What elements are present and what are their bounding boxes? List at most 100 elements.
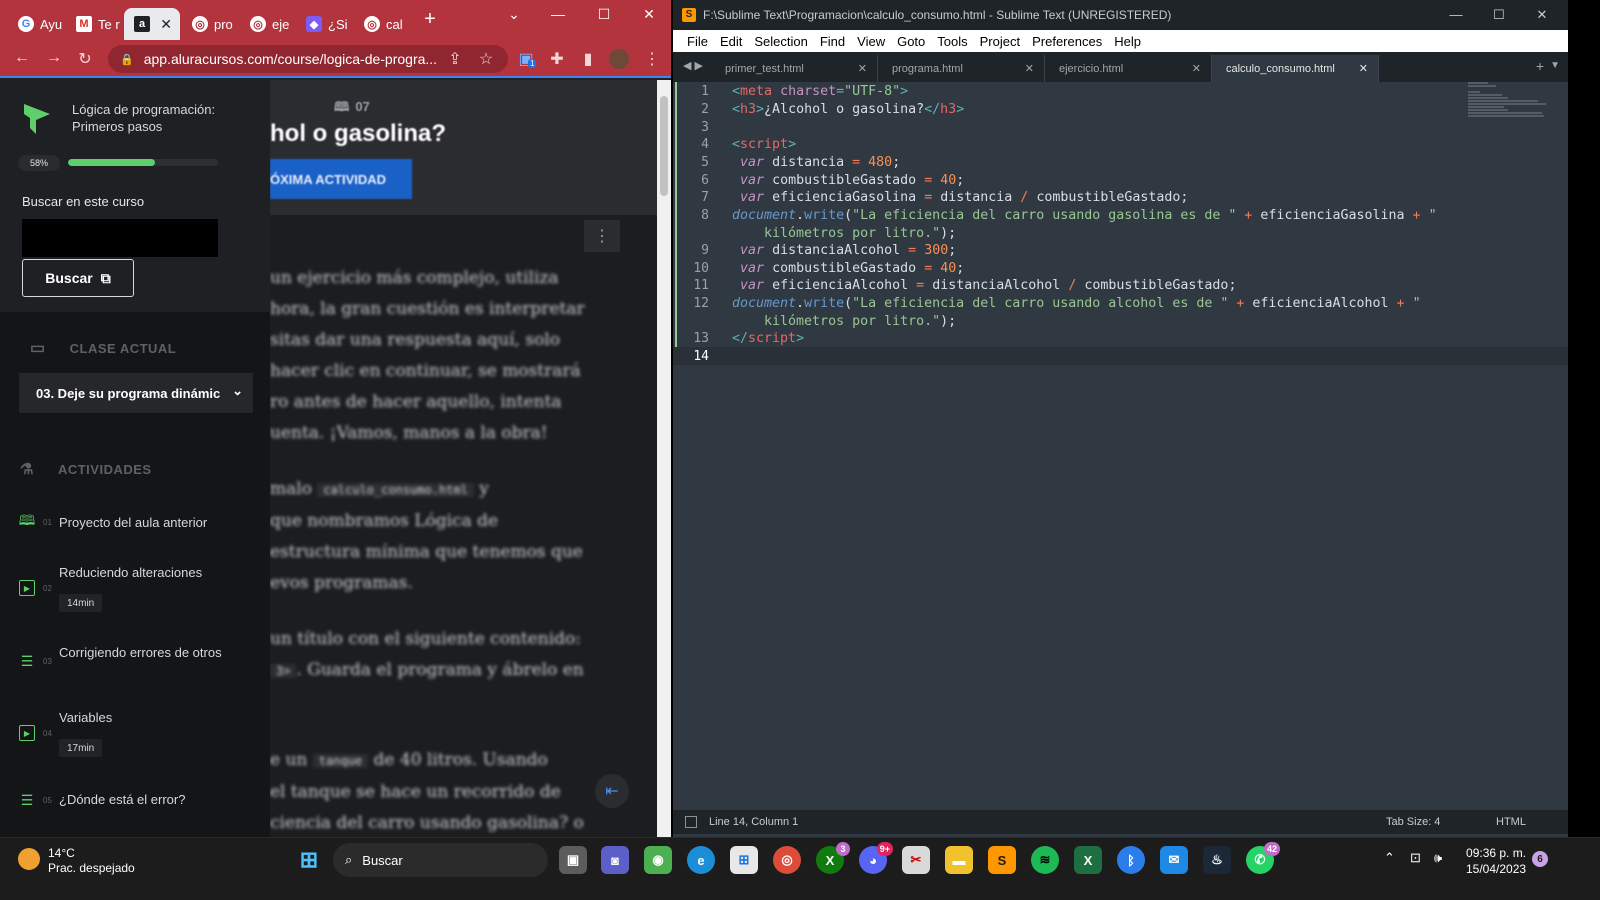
side-panel-icon[interactable]: ▮ [578, 49, 598, 69]
sublime-text-icon[interactable]: S [988, 846, 1016, 874]
more-options-icon[interactable]: ⋮ [584, 220, 620, 252]
menu-help[interactable]: Help [1108, 34, 1147, 49]
chrome-icon[interactable]: ◎ [773, 846, 801, 874]
current-class-select[interactable]: 03. Deje su programa dinámic ⌄ [19, 373, 253, 413]
browser-tab[interactable]: ◎ pro [182, 8, 238, 40]
browser-tab[interactable]: ◎ cal [354, 8, 410, 40]
browser-tab[interactable]: G Ayu [8, 8, 64, 40]
tab-programa[interactable]: programa.html ✕ [878, 55, 1045, 82]
panel-toggle-icon[interactable] [685, 816, 697, 828]
collapse-sidebar-icon[interactable]: ⇤ [595, 774, 629, 808]
volume-icon[interactable]: 🕪 [1434, 850, 1442, 866]
close-window-button[interactable]: ✕ [638, 6, 660, 23]
maximize-button[interactable]: ☐ [593, 6, 615, 23]
share-icon[interactable]: ⇪ [445, 49, 465, 69]
course-search-input[interactable] [22, 219, 218, 257]
windows-start-icon[interactable]: ⊞ [295, 846, 323, 874]
steam-icon[interactable]: ♨ [1203, 846, 1231, 874]
tab-calculo-consumo[interactable]: calculo_consumo.html ✕ [1212, 55, 1379, 82]
mail-icon[interactable]: ✉ [1160, 846, 1188, 874]
close-tab-icon[interactable]: ✕ [1025, 62, 1034, 75]
taskbar-search[interactable]: ⌕ Buscar [333, 843, 548, 877]
chrome-tab-strip: G Ayu M Te r a ✕ ◎ pro ◎ eje ◆ ¿Si ◎ cal… [0, 0, 671, 40]
close-tab-icon[interactable]: ✕ [1359, 62, 1368, 75]
menu-view[interactable]: View [851, 34, 891, 49]
close-tab-icon[interactable]: ✕ [858, 62, 867, 75]
forward-icon[interactable]: → [44, 49, 64, 67]
browser-tab-active[interactable]: a ✕ [124, 8, 180, 40]
xbox-icon[interactable]: X3 [816, 842, 850, 874]
back-icon[interactable]: ← [12, 49, 32, 67]
tray-overflow-icon[interactable]: ⌃ [1384, 850, 1395, 866]
notification-badge[interactable]: 6 [1532, 851, 1548, 867]
weather-temperature[interactable]: 14°C [48, 846, 75, 860]
close-tab-icon[interactable]: ✕ [160, 16, 172, 33]
extension-icon[interactable]: ▣ 1 [516, 49, 537, 69]
minimize-button[interactable]: — [1445, 7, 1467, 22]
whatsapp-icon[interactable]: ✆ 42 [1246, 842, 1280, 874]
book-icon: 🕮 [18, 512, 36, 528]
browser-tab[interactable]: M Te r [66, 8, 122, 40]
network-icon[interactable]: ⊡ [1410, 850, 1421, 866]
minimize-button[interactable]: — [547, 6, 569, 22]
syntax-mode[interactable]: HTML [1496, 816, 1526, 828]
scrollbar-thumb[interactable] [660, 96, 668, 196]
book-outline-icon: ▭ [30, 340, 46, 357]
code-line: var distancia = 480; [740, 155, 901, 170]
snipping-tool-icon[interactable]: ✂ [902, 846, 930, 874]
code-line: document.write("La eficiencia del carro … [732, 296, 1421, 311]
puzzle-icon[interactable]: ✚ [547, 49, 567, 69]
close-window-button[interactable]: ✕ [1531, 7, 1553, 23]
profile-avatar[interactable] [609, 49, 629, 69]
reload-icon[interactable]: ↻ [75, 49, 95, 69]
menu-find[interactable]: Find [814, 34, 851, 49]
weather-moon-icon[interactable] [18, 848, 40, 870]
more-menu-icon[interactable]: ⋮ [642, 49, 662, 69]
bookmark-star-icon[interactable]: ☆ [476, 49, 496, 69]
current-class-section: ▭ CLASE ACTUAL [30, 340, 177, 357]
close-tab-icon[interactable]: ✕ [1192, 62, 1201, 75]
system-clock[interactable]: 09:36 p. m. 15/04/2023 [1466, 845, 1526, 877]
task-view-icon[interactable]: ▣ [559, 846, 587, 874]
page-scrollbar[interactable] [657, 80, 671, 853]
code-editor[interactable]: 1 2 3 4 5 6 7 8 9 10 11 12 13 14 <meta c… [673, 82, 1568, 810]
menu-file[interactable]: File [681, 34, 714, 49]
menu-edit[interactable]: Edit [714, 34, 748, 49]
android-app-icon[interactable]: ◉ [644, 846, 672, 874]
minimap[interactable] [1468, 82, 1548, 117]
menu-selection[interactable]: Selection [748, 34, 813, 49]
excel-icon[interactable]: X [1074, 846, 1102, 874]
tab-size[interactable]: Tab Size: 4 [1386, 816, 1440, 828]
tab-ejercicio[interactable]: ejercicio.html ✕ [1045, 55, 1212, 82]
app-icon: ◆ [306, 16, 322, 32]
menu-goto[interactable]: Goto [891, 34, 931, 49]
tab-menu-icon[interactable]: ▼ [1550, 60, 1560, 71]
menu-project[interactable]: Project [974, 34, 1026, 49]
weather-condition[interactable]: Prac. despejado [48, 861, 135, 875]
code-text[interactable]: <meta charset="UTF-8"> <h3>¿Alcohol o ga… [732, 82, 1512, 364]
maximize-button[interactable]: ☐ [1488, 7, 1510, 23]
browser-tab[interactable]: ◎ eje [240, 8, 296, 40]
next-activity-button[interactable]: ÓXIMA ACTIVIDAD [270, 159, 412, 199]
flask-icon: ⚗ [20, 461, 34, 478]
spotify-icon[interactable]: ≋ [1031, 846, 1059, 874]
microsoft-store-icon[interactable]: ⊞ [730, 846, 758, 874]
new-tab-icon[interactable]: + [1536, 58, 1544, 74]
browser-tab[interactable]: ◆ ¿Si [296, 8, 352, 40]
tab-primer-test[interactable]: primer_test.html ✕ [711, 55, 878, 82]
discord-icon[interactable]: ◕ 9+ [859, 842, 893, 874]
teams-chat-icon[interactable]: ◙ [601, 846, 629, 874]
search-button[interactable]: Buscar ⧉ [22, 259, 134, 297]
tab-search-icon[interactable]: ⌄ [503, 6, 525, 23]
new-tab-button[interactable]: + [419, 8, 441, 31]
code-line: </script> [732, 331, 805, 346]
code-line: kilómetros por litro."); [732, 226, 957, 241]
menu-preferences[interactable]: Preferences [1026, 34, 1108, 49]
bluetooth-app-icon[interactable]: ᛒ [1117, 846, 1145, 874]
file-explorer-icon[interactable]: ▬ [945, 846, 973, 874]
edge-icon[interactable]: e [687, 846, 715, 874]
tab-nav-arrows-icon[interactable]: ◀ ▶ [683, 59, 703, 72]
menu-tools[interactable]: Tools [931, 34, 973, 49]
globe-icon: ◎ [192, 16, 208, 32]
sublime-logo-icon: S [682, 8, 696, 22]
